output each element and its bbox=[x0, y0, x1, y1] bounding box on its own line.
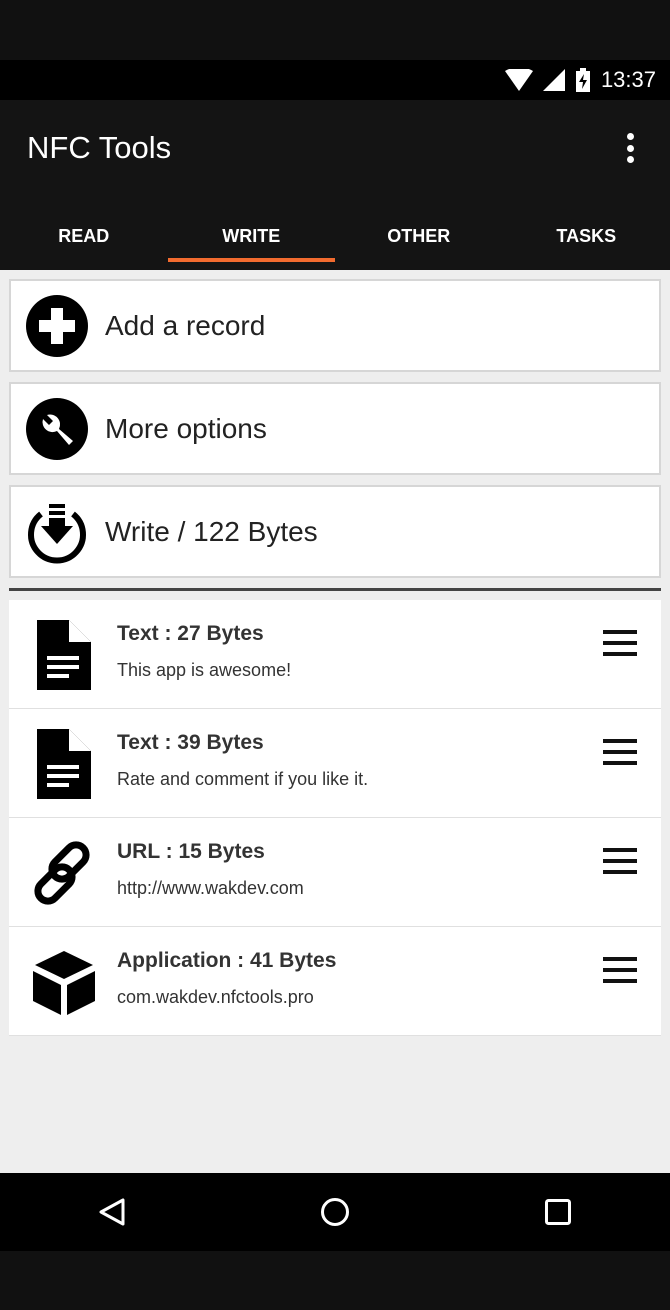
signal-icon bbox=[542, 69, 565, 91]
recents-icon[interactable] bbox=[543, 1197, 573, 1227]
write-button[interactable]: Write / 122 Bytes bbox=[9, 485, 661, 578]
record-title: Application : 41 Bytes bbox=[117, 949, 337, 972]
divider bbox=[9, 588, 661, 591]
bottom-bar bbox=[0, 1251, 670, 1310]
tab-other[interactable]: OTHER bbox=[335, 210, 503, 262]
home-icon[interactable] bbox=[320, 1197, 350, 1227]
battery-icon bbox=[575, 68, 590, 92]
record-value: This app is awesome! bbox=[117, 660, 292, 680]
record-value: com.wakdev.nfctools.pro bbox=[117, 987, 314, 1007]
wrench-icon bbox=[26, 397, 88, 460]
app-bar: NFC Tools READ WRITE OTHER TASKS bbox=[0, 100, 670, 270]
app-title: NFC Tools bbox=[27, 130, 172, 165]
wifi-icon bbox=[504, 69, 533, 91]
drag-handle-icon[interactable] bbox=[603, 957, 637, 983]
content: Add a record More options Write / 122 By… bbox=[0, 270, 670, 1173]
document-icon bbox=[37, 620, 91, 690]
write-download-icon bbox=[28, 503, 86, 563]
tab-bar: READ WRITE OTHER TASKS bbox=[0, 210, 670, 262]
cube-icon bbox=[33, 951, 95, 1015]
write-label: Write / 122 Bytes bbox=[105, 515, 318, 547]
clock: 13:37 bbox=[600, 67, 656, 92]
record-list: Text : 27 Bytes This app is awesome! Tex… bbox=[9, 600, 661, 1036]
navigation-bar bbox=[0, 1173, 670, 1251]
link-icon bbox=[34, 841, 90, 905]
plus-circle-icon bbox=[26, 294, 88, 357]
tab-write[interactable]: WRITE bbox=[167, 210, 336, 262]
list-item[interactable]: URL : 15 Bytes http://www.wakdev.com bbox=[9, 818, 661, 927]
drag-handle-icon[interactable] bbox=[603, 848, 637, 874]
list-item[interactable]: Application : 41 Bytes com.wakdev.nfctoo… bbox=[9, 927, 661, 1036]
drag-handle-icon[interactable] bbox=[603, 739, 637, 765]
overflow-menu-icon[interactable] bbox=[620, 133, 640, 163]
drag-handle-icon[interactable] bbox=[603, 630, 637, 656]
add-record-button[interactable]: Add a record bbox=[9, 279, 661, 372]
document-icon bbox=[37, 729, 91, 799]
add-record-label: Add a record bbox=[105, 309, 266, 341]
record-title: Text : 27 Bytes bbox=[117, 622, 264, 645]
record-title: Text : 39 Bytes bbox=[117, 731, 264, 754]
tab-read[interactable]: READ bbox=[0, 210, 168, 262]
record-title: URL : 15 Bytes bbox=[117, 840, 265, 863]
list-item[interactable]: Text : 27 Bytes This app is awesome! bbox=[9, 600, 661, 709]
tab-tasks[interactable]: TASKS bbox=[503, 210, 670, 262]
list-item[interactable]: Text : 39 Bytes Rate and comment if you … bbox=[9, 709, 661, 818]
record-value: http://www.wakdev.com bbox=[117, 878, 304, 898]
more-options-button[interactable]: More options bbox=[9, 382, 661, 475]
back-icon[interactable] bbox=[97, 1197, 127, 1227]
status-bar: 13:37 bbox=[0, 60, 670, 100]
top-bar bbox=[0, 0, 670, 60]
more-options-label: More options bbox=[105, 412, 267, 444]
record-value: Rate and comment if you like it. bbox=[117, 769, 369, 789]
